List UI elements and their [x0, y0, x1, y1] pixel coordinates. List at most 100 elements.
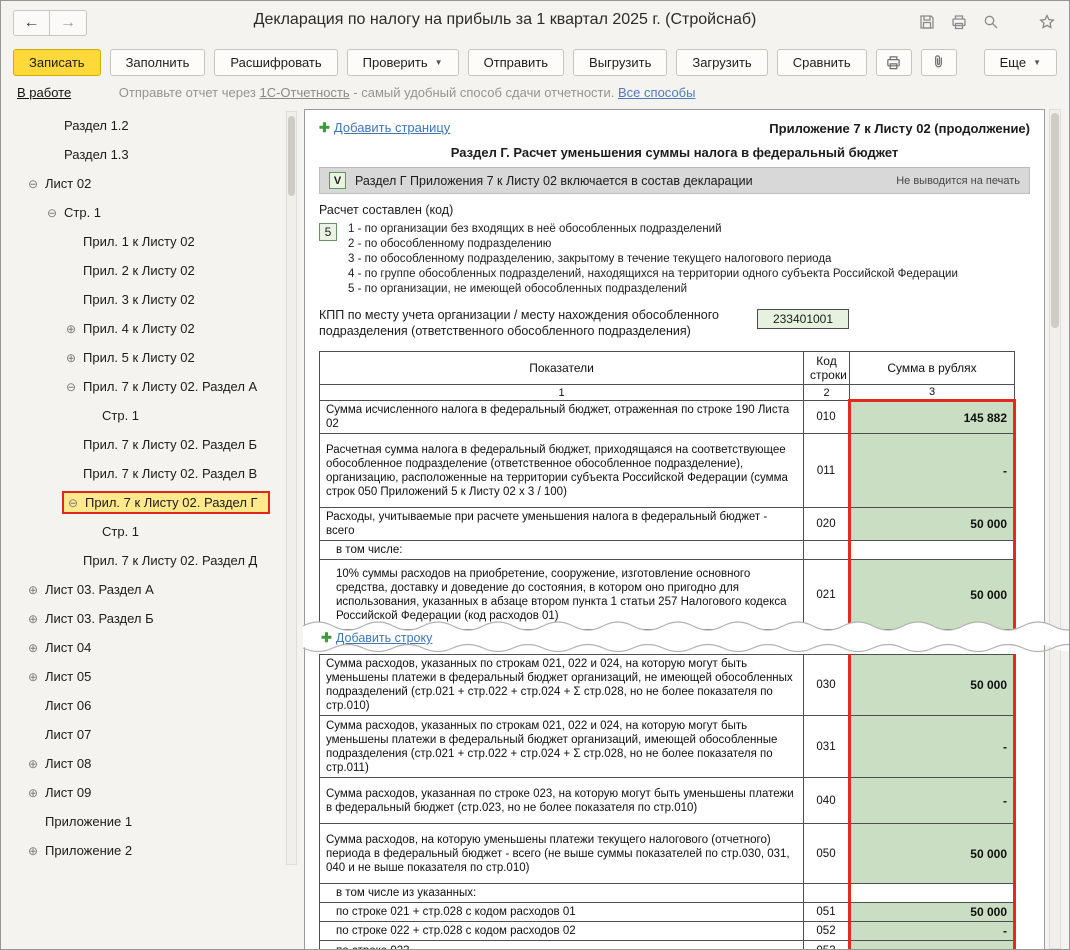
- sidebar-item[interactable]: ⊖Стр. 1: [15, 198, 281, 227]
- sidebar-item[interactable]: ⊖Лист 02: [15, 169, 281, 198]
- amount-field-053[interactable]: [850, 941, 1015, 950]
- all-ways-link[interactable]: Все способы: [618, 85, 695, 100]
- tree-expander-icon[interactable]: ⊖: [64, 496, 82, 510]
- include-checkbox[interactable]: V: [329, 172, 346, 189]
- sidebar-item[interactable]: Прил. 7 к Листу 02. Раздел Б: [15, 430, 281, 459]
- fill-button[interactable]: Заполнить: [110, 49, 206, 76]
- plus-icon: ✚: [321, 630, 332, 646]
- amount-field-050[interactable]: 50 000: [850, 824, 1015, 884]
- sidebar-item[interactable]: ⊕Прил. 4 к Листу 02: [15, 314, 281, 343]
- sidebar-item[interactable]: ⊕Приложение 2: [15, 836, 281, 865]
- legend-line: 1 - по организации без входящих в неё об…: [348, 222, 958, 237]
- amount-field-020[interactable]: 50 000: [850, 508, 1015, 541]
- row-code: 031: [804, 716, 850, 778]
- amount-field-051[interactable]: 50 000: [850, 903, 1015, 922]
- sidebar-item[interactable]: ⊖Прил. 7 к Листу 02. Раздел А: [15, 372, 281, 401]
- sidebar-item[interactable]: Лист 07: [15, 720, 281, 749]
- row-code: 011: [804, 434, 850, 508]
- sidebar-item[interactable]: ⊕Лист 03. Раздел Б: [15, 604, 281, 633]
- preview-search-icon[interactable]: [981, 12, 1001, 32]
- tree-expander-icon[interactable]: ⊕: [24, 786, 42, 800]
- row-text: Сумма расходов, указанных по строкам 021…: [320, 716, 804, 778]
- tree-expander-icon[interactable]: ⊕: [24, 757, 42, 771]
- sidebar-scrollbar[interactable]: [286, 111, 297, 865]
- load-button[interactable]: Загрузить: [676, 49, 767, 76]
- table-row: Сумма расходов, указанных по строкам 021…: [320, 655, 1015, 716]
- tree-expander-icon[interactable]: ⊕: [24, 583, 42, 597]
- state-link[interactable]: В работе: [17, 85, 71, 100]
- amount-field-052[interactable]: -: [850, 922, 1015, 941]
- sidebar-item[interactable]: Прил. 2 к Листу 02: [15, 256, 281, 285]
- tree-expander-icon[interactable]: ⊕: [24, 612, 42, 626]
- unload-button[interactable]: Выгрузить: [573, 49, 667, 76]
- document-tear-break: ✚Добавить строку: [319, 630, 1030, 654]
- amount-field-031[interactable]: -: [850, 716, 1015, 778]
- print-button[interactable]: [876, 49, 912, 76]
- amount-field-011[interactable]: -: [850, 434, 1015, 508]
- calc-code-field[interactable]: 5: [319, 223, 337, 241]
- sidebar-item[interactable]: Прил. 7 к Листу 02. Раздел В: [15, 459, 281, 488]
- tree-expander-icon[interactable]: ⊖: [24, 177, 42, 191]
- forward-button[interactable]: →: [50, 10, 87, 36]
- amount-field-010[interactable]: 145 882: [850, 401, 1015, 434]
- sidebar-item[interactable]: ⊕Прил. 5 к Листу 02: [15, 343, 281, 372]
- row-code: 050: [804, 824, 850, 884]
- amount-field-030[interactable]: 50 000: [850, 655, 1015, 716]
- tree-expander-icon[interactable]: ⊕: [24, 641, 42, 655]
- form-scrollbar[interactable]: [1049, 109, 1061, 949]
- table-row: Сумма расходов, указанная по строке 023,…: [320, 778, 1015, 824]
- sidebar-item[interactable]: Прил. 3 к Листу 02: [15, 285, 281, 314]
- sidebar-item[interactable]: Стр. 1: [15, 517, 281, 546]
- save-icon[interactable]: [917, 12, 937, 32]
- sidebar-item[interactable]: Прил. 1 к Листу 02: [15, 227, 281, 256]
- legend-line: 4 - по группе обособленных подразделений…: [348, 267, 958, 282]
- print-icon[interactable]: [949, 12, 969, 32]
- check-button[interactable]: Проверить▼: [347, 49, 459, 76]
- window-header: ← → Декларация по налогу на прибыль за 1…: [1, 1, 1069, 45]
- sidebar-item[interactable]: Раздел 1.2: [15, 111, 281, 140]
- calc-code-legend: 1 - по организации без входящих в неё об…: [348, 222, 958, 297]
- sidebar-item[interactable]: ⊕Лист 04: [15, 633, 281, 662]
- sidebar-item[interactable]: ⊕Лист 08: [15, 749, 281, 778]
- sidebar-item[interactable]: Стр. 1: [15, 401, 281, 430]
- sidebar-item-label: Стр. 1: [99, 408, 139, 423]
- more-button[interactable]: Еще▼: [984, 49, 1057, 76]
- sidebar-item[interactable]: Лист 06: [15, 691, 281, 720]
- sidebar-item[interactable]: ⊕Лист 03. Раздел А: [15, 575, 281, 604]
- kpp-label: КПП по месту учета организации / месту н…: [319, 307, 749, 339]
- tree-expander-icon[interactable]: ⊕: [24, 670, 42, 684]
- back-button[interactable]: ←: [13, 10, 50, 36]
- tree-expander-icon[interactable]: ⊕: [24, 844, 42, 858]
- sidebar-item-selected[interactable]: ⊖Прил. 7 к Листу 02. Раздел Г: [15, 488, 281, 517]
- star-icon[interactable]: [1037, 12, 1057, 32]
- add-row-link[interactable]: ✚Добавить строку: [321, 630, 432, 646]
- send-button[interactable]: Отправить: [468, 49, 564, 76]
- amount-field-040[interactable]: -: [850, 778, 1015, 824]
- not-printed-note: Не выводится на печать: [896, 175, 1020, 187]
- table-row: по строке 021 + стр.028 с кодом расходов…: [320, 903, 1015, 922]
- sidebar-item[interactable]: ⊕Лист 05: [15, 662, 281, 691]
- tree-expander-icon[interactable]: ⊕: [62, 322, 80, 336]
- decrypt-button[interactable]: Расшифровать: [214, 49, 337, 76]
- section-title: Раздел Г. Расчет уменьшения суммы налога…: [319, 145, 1030, 160]
- sidebar-item[interactable]: Прил. 7 к Листу 02. Раздел Д: [15, 546, 281, 575]
- row-text: Сумма исчисленного налога в федеральный …: [320, 401, 804, 434]
- attachment-button[interactable]: [921, 49, 957, 76]
- 1c-reporting-link[interactable]: 1С-Отчетность: [259, 85, 349, 100]
- col-number: 1: [320, 385, 804, 401]
- tree-expander-icon[interactable]: ⊖: [43, 206, 61, 220]
- more-label: Еще: [1000, 55, 1026, 70]
- sidebar-item[interactable]: ⊕Лист 09: [15, 778, 281, 807]
- sidebar-item-label: Лист 03. Раздел Б: [42, 611, 154, 626]
- sidebar-item[interactable]: Раздел 1.3: [15, 140, 281, 169]
- compare-button[interactable]: Сравнить: [777, 49, 867, 76]
- add-page-link[interactable]: ✚Добавить страницу: [319, 120, 450, 136]
- tree-expander-icon[interactable]: ⊕: [62, 351, 80, 365]
- print-icon: [885, 54, 902, 71]
- table-row: по строке 023 053: [320, 941, 1015, 950]
- row-empty-cell: [850, 541, 1015, 560]
- tree-expander-icon[interactable]: ⊖: [62, 380, 80, 394]
- write-button[interactable]: Записать: [13, 49, 101, 76]
- sidebar-item[interactable]: Приложение 1: [15, 807, 281, 836]
- kpp-field[interactable]: 233401001: [757, 309, 849, 329]
